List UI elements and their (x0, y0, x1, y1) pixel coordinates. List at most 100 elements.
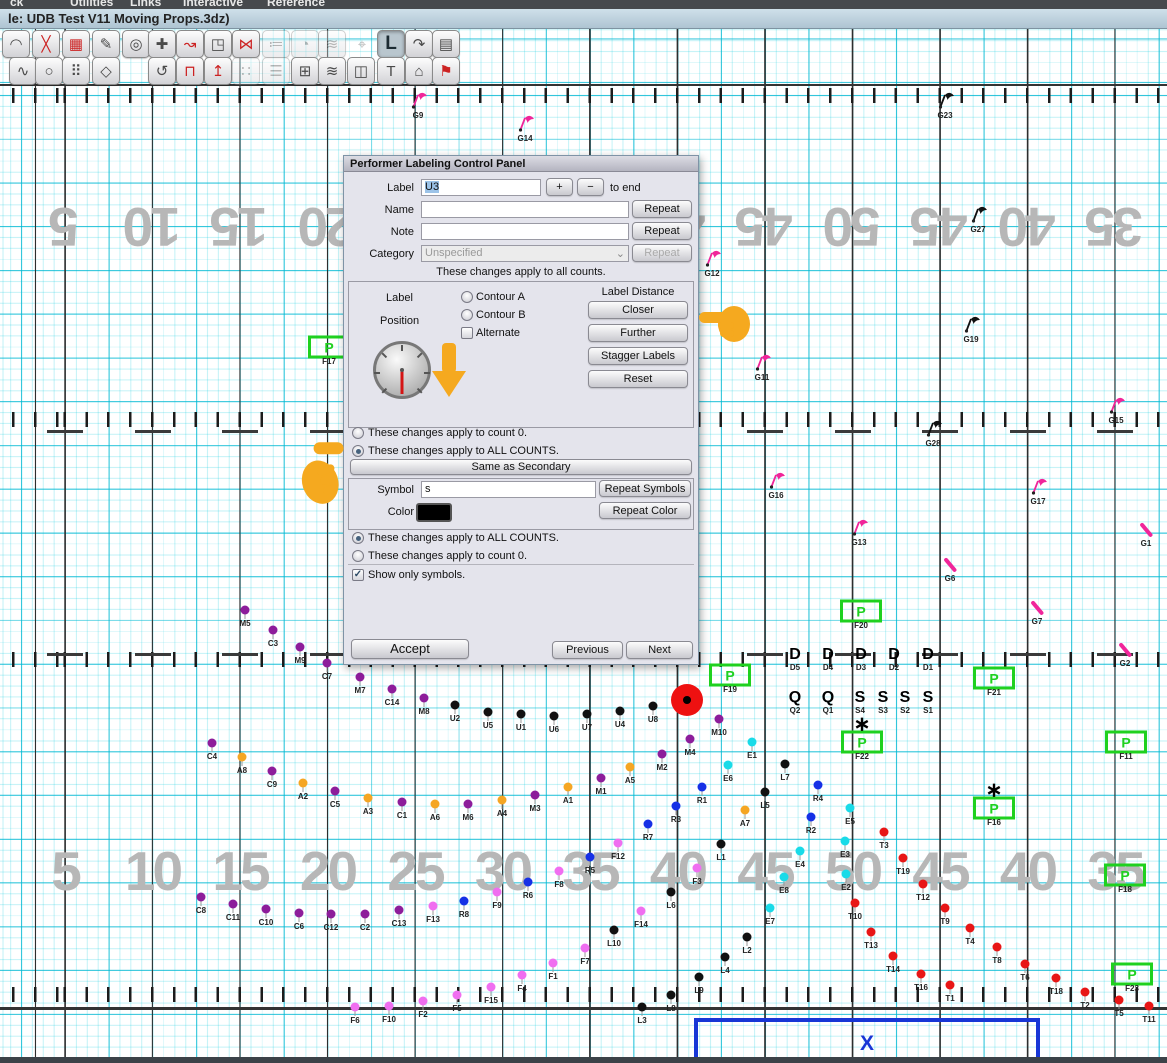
performer-dot-E6[interactable] (723, 760, 733, 770)
performer-dot-T14[interactable] (888, 951, 898, 961)
symbol-performer-D5[interactable]: D (789, 646, 801, 664)
label-minus-button[interactable]: − (577, 178, 604, 196)
airbrush-tool-button[interactable]: ⌖ (348, 30, 376, 58)
selected-performer-ring[interactable] (671, 684, 703, 716)
performer-dot-C5[interactable] (330, 786, 340, 796)
name-input[interactable] (421, 201, 629, 218)
performer-dot-C6[interactable] (294, 908, 304, 918)
performer-dot-F14[interactable] (636, 906, 646, 916)
move-tool-button[interactable]: ✚ (148, 30, 176, 58)
prop-box-F11[interactable]: P (1105, 730, 1147, 754)
performer-dot-M8[interactable] (419, 693, 429, 703)
notes-page-tool-button[interactable]: ▤ (432, 30, 460, 58)
performer-dot-R2[interactable] (806, 812, 816, 822)
prop-box-F23[interactable]: P (1111, 962, 1153, 986)
stagger-labels-button[interactable]: Stagger Labels (588, 347, 688, 365)
home-tool-button[interactable]: ⌂ (405, 57, 433, 85)
symbol-performer-Q2[interactable]: Q (789, 689, 801, 707)
symbol-apply-all-radio[interactable] (352, 532, 364, 544)
guard-rifle-icon-G1[interactable] (1139, 522, 1154, 538)
performer-dot-E4[interactable] (795, 846, 805, 856)
repeat-symbols-button[interactable]: Repeat Symbols (599, 480, 691, 497)
closer-button[interactable]: Closer (588, 301, 688, 319)
protractor-tool-button[interactable]: ◔ (291, 30, 319, 58)
label-position-dial[interactable] (373, 341, 431, 399)
chevrons-tool-button[interactable]: ≋ (318, 57, 346, 85)
prop-box-F20[interactable]: P (840, 599, 882, 623)
performer-dot-L6[interactable] (666, 887, 676, 897)
performer-dot-E1[interactable] (747, 737, 757, 747)
text-tool-button[interactable]: T (377, 57, 405, 85)
performer-dot-A6[interactable] (430, 799, 440, 809)
prop-box-F18[interactable]: P (1104, 863, 1146, 887)
flag-tool-button[interactable]: ⚑ (432, 57, 460, 85)
performer-dot-C12[interactable] (326, 909, 336, 919)
performer-dot-U5[interactable] (483, 707, 493, 717)
squiggle-path-tool-button[interactable]: ↝ (176, 30, 204, 58)
performer-dot-F5[interactable] (452, 990, 462, 1000)
resize-box-tool-button[interactable]: ◳ (204, 30, 232, 58)
performer-dot-U6[interactable] (549, 711, 559, 721)
book-tool-button[interactable]: ◫ (347, 57, 375, 85)
symbol-performer-D4[interactable]: D (822, 646, 834, 664)
wave-tool-button[interactable]: ∿ (9, 57, 37, 85)
category-dropdown[interactable]: Unspecified ⌄ (421, 245, 629, 262)
prop-box-F21[interactable]: P (973, 666, 1015, 690)
performer-dot-L5[interactable] (760, 787, 770, 797)
performer-dot-A7[interactable] (740, 805, 750, 815)
performer-dot-U2[interactable] (450, 700, 460, 710)
square-wave-tool-button[interactable]: ⊓ (176, 57, 204, 85)
color-swatch[interactable] (416, 503, 452, 522)
performer-dot-C4[interactable] (207, 738, 217, 748)
performer-dot-T13[interactable] (866, 927, 876, 937)
symbol-performer-S1[interactable]: S (923, 689, 934, 707)
symbol-performer-Q1[interactable]: Q (822, 689, 834, 707)
performer-dot-A2[interactable] (298, 778, 308, 788)
performer-dot-M6[interactable] (463, 799, 473, 809)
symbol-apply-count0-radio[interactable] (352, 550, 364, 562)
performer-dot-E5[interactable] (845, 803, 855, 813)
performer-dot-L3[interactable] (637, 1002, 647, 1012)
performer-dot-A8[interactable] (237, 752, 247, 762)
performer-dot-F6[interactable] (350, 1002, 360, 1012)
performer-dot-U7[interactable] (582, 709, 592, 719)
compress-tool-button[interactable]: ⋈ (232, 30, 260, 58)
performer-dot-M5[interactable] (240, 605, 250, 615)
contour-a-radio[interactable] (461, 291, 473, 303)
layers-tool-button[interactable]: ⊞ (291, 57, 319, 85)
performer-dot-M2[interactable] (657, 749, 667, 759)
performer-dot-E7[interactable] (765, 903, 775, 913)
same-as-secondary-button[interactable]: Same as Secondary (350, 459, 692, 475)
performer-dot-U4[interactable] (615, 706, 625, 716)
menu-item-ck[interactable]: ck (10, 0, 23, 9)
block-dots-tool-button[interactable]: ⠿ (62, 57, 90, 85)
tee-arrow-tool-button[interactable]: ↥ (204, 57, 232, 85)
performer-dot-T19[interactable] (898, 853, 908, 863)
performer-dot-E8[interactable] (779, 872, 789, 882)
alternate-checkbox[interactable] (461, 327, 473, 339)
performer-dot-C1[interactable] (397, 797, 407, 807)
performer-dot-T6[interactable] (1020, 959, 1030, 969)
scatter-tool-button[interactable]: ∷ (232, 57, 260, 85)
repeat-color-button[interactable]: Repeat Color (599, 502, 691, 519)
next-button[interactable]: Next (626, 641, 693, 659)
arc-tool-button[interactable]: ◠ (2, 30, 30, 58)
performer-dot-C8[interactable] (196, 892, 206, 902)
performer-dot-T18[interactable] (1051, 973, 1061, 983)
performer-dot-M9[interactable] (295, 642, 305, 652)
show-only-symbols-checkbox[interactable]: ✓ (352, 569, 364, 581)
performer-dot-M1[interactable] (596, 773, 606, 783)
performer-dot-L9[interactable] (694, 972, 704, 982)
dotted-list-tool-button[interactable]: ≔ (262, 30, 290, 58)
performer-dot-R6[interactable] (523, 877, 533, 887)
symbol-performer-S2[interactable]: S (900, 689, 911, 707)
dot-grid-tool-button[interactable]: ▦ (62, 30, 90, 58)
note-repeat-button[interactable]: Repeat (632, 222, 692, 240)
performer-dot-C7[interactable] (322, 658, 332, 668)
curve-arrow-tool-button[interactable]: ↷ (405, 30, 433, 58)
performer-dot-C10[interactable] (261, 904, 271, 914)
symbol-performer-S3[interactable]: S (878, 689, 889, 707)
performer-dot-T11[interactable] (1144, 1001, 1154, 1011)
performer-dot-L4[interactable] (720, 952, 730, 962)
performer-dot-R5[interactable] (585, 852, 595, 862)
